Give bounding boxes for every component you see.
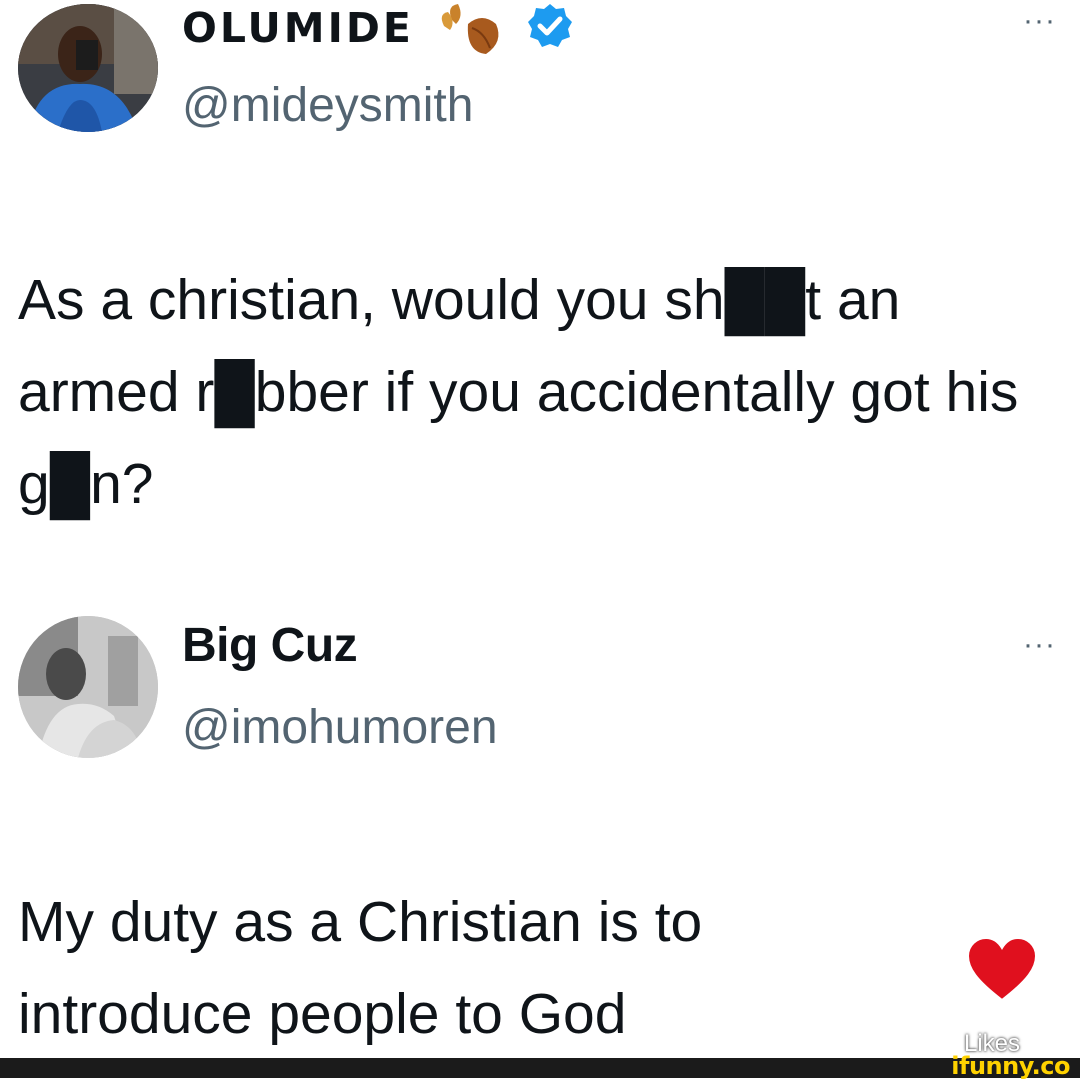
- more-options-icon[interactable]: ···: [1023, 4, 1056, 38]
- verified-badge-icon: [528, 4, 572, 47]
- tweet-original: OLUMIDE @mideysmith ··· As a christian, …: [0, 0, 1080, 600]
- heart-icon[interactable]: [966, 936, 1038, 1002]
- more-options-icon[interactable]: ···: [1023, 628, 1056, 662]
- username-handle[interactable]: @mideysmith: [182, 78, 473, 133]
- avatar[interactable]: [18, 616, 158, 758]
- watermark-bar: [0, 1058, 1080, 1078]
- display-name[interactable]: Big Cuz: [182, 618, 358, 673]
- username-handle[interactable]: @imohumoren: [182, 700, 498, 755]
- leaf-icon: [441, 4, 499, 54]
- tweet-text: As a christian, would you sh██t an armed…: [18, 268, 1019, 516]
- avatar-photo: [18, 4, 158, 132]
- display-name[interactable]: OLUMIDE: [182, 4, 414, 52]
- ifunny-watermark: ifunny.co: [951, 1052, 1070, 1080]
- avatar-photo: [18, 616, 158, 758]
- tweet-text: My duty as a Christian is to introduce p…: [18, 890, 703, 1046]
- tweet-reply: Big Cuz @imohumoren ··· My duty as a Chr…: [0, 600, 1080, 1058]
- avatar[interactable]: [18, 4, 158, 132]
